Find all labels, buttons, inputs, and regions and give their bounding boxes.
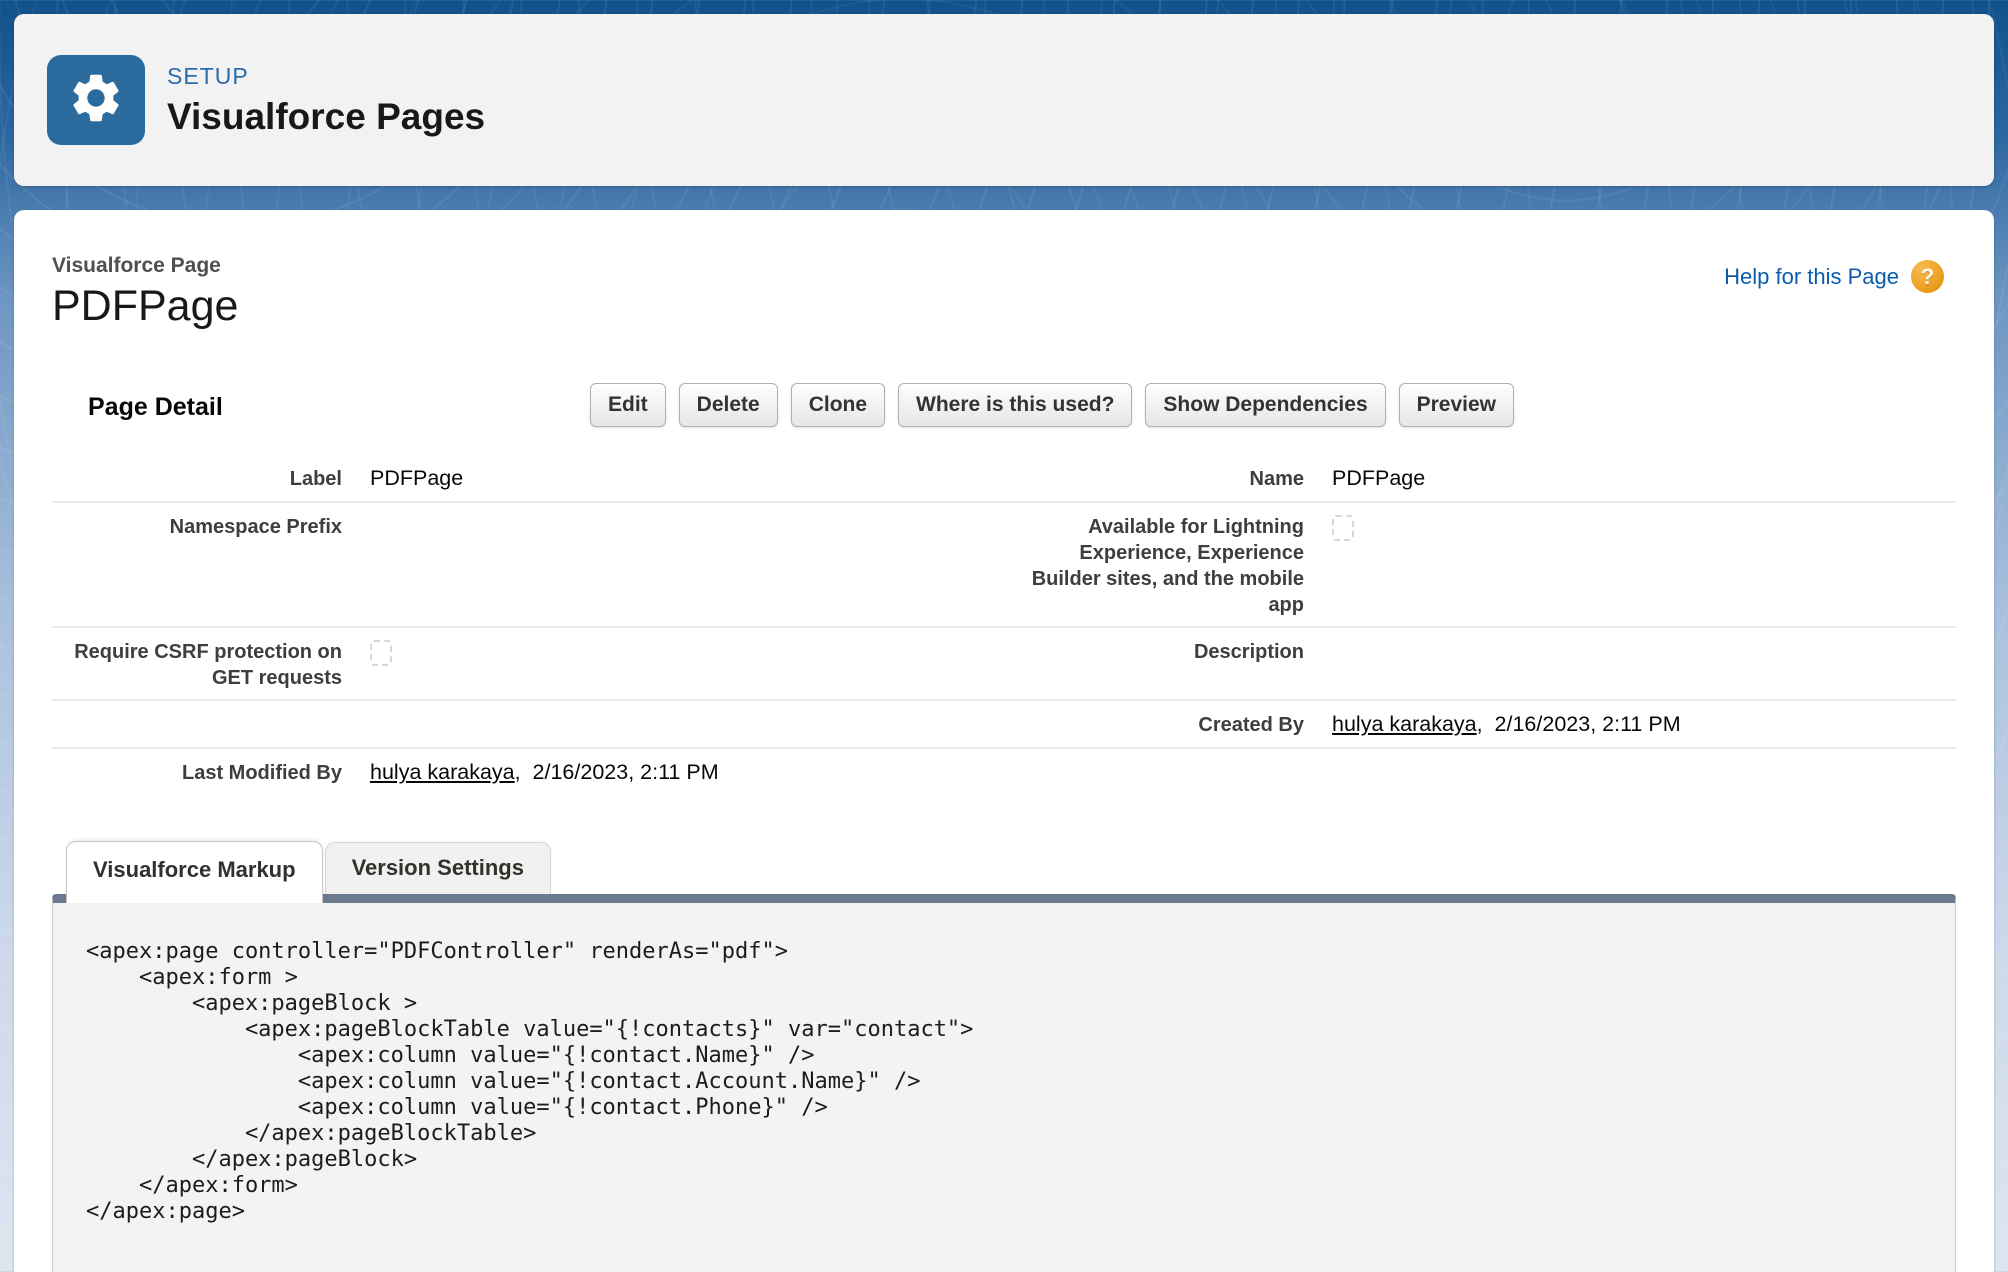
detail-row-last-modified: Last Modified By hulya karakaya, 2/16/20… — [52, 749, 1956, 795]
page-title: PDFPage — [52, 282, 238, 331]
namespace-prefix-value — [370, 511, 1014, 618]
name-field-label: Name — [1014, 463, 1332, 493]
last-modified-by-value: hulya karakaya, 2/16/2023, 2:11 PM — [370, 757, 1014, 787]
visualforce-code: <apex:page controller="PDFController" re… — [53, 903, 1955, 1225]
visualforce-markup-panel: <apex:page controller="PDFController" re… — [52, 894, 1956, 1272]
help-link[interactable]: Help for this Page — [1724, 260, 1899, 294]
delete-button[interactable]: Delete — [679, 383, 778, 427]
show-dependencies-button[interactable]: Show Dependencies — [1145, 383, 1385, 427]
detail-row-csrf-description: Require CSRF protection on GET requests … — [52, 628, 1956, 701]
where-is-this-used-button[interactable]: Where is this used? — [898, 383, 1132, 427]
section-title: Page Detail — [88, 393, 223, 422]
available-for-lightning-label: Available for Lightning Experience, Expe… — [1014, 511, 1332, 618]
gear-icon — [67, 69, 125, 132]
last-modified-by-label: Last Modified By — [52, 757, 370, 787]
page-detail-table: Label PDFPage Name PDFPage Namespace Pre… — [52, 455, 1956, 795]
last-modified-date: , 2/16/2023, 2:11 PM — [515, 760, 719, 784]
namespace-prefix-label: Namespace Prefix — [52, 511, 370, 618]
tab-visualforce-markup[interactable]: Visualforce Markup — [66, 841, 323, 903]
clone-button[interactable]: Clone — [791, 383, 885, 427]
detail-row-namespace-available: Namespace Prefix Available for Lightning… — [52, 503, 1956, 628]
entity-label: Visualforce Page — [52, 254, 238, 278]
setup-gear-tile — [47, 55, 145, 145]
setup-title: Visualforce Pages — [167, 96, 485, 138]
preview-button[interactable]: Preview — [1399, 383, 1514, 427]
last-modified-user-link[interactable]: hulya karakaya — [370, 760, 515, 784]
created-by-label: Created By — [1014, 709, 1332, 739]
detail-row-label-name: Label PDFPage Name PDFPage — [52, 455, 1956, 503]
top-button-bar: Edit Delete Clone Where is this used? Sh… — [52, 383, 1956, 427]
setup-eyebrow: SETUP — [167, 63, 485, 90]
created-by-user-link[interactable]: hulya karakaya — [1332, 712, 1477, 736]
detail-row-created-by: Created By hulya karakaya, 2/16/2023, 2:… — [52, 701, 1956, 749]
content-card: Visualforce Page PDFPage Help for this P… — [14, 210, 1994, 1272]
csrf-protection-checkbox — [370, 640, 392, 666]
label-field-value: PDFPage — [370, 463, 1014, 493]
name-field-value: PDFPage — [1332, 463, 1956, 493]
label-field-label: Label — [52, 463, 370, 493]
created-by-value: hulya karakaya, 2/16/2023, 2:11 PM — [1332, 709, 1956, 739]
markup-tabs: Visualforce Markup Version Settings — [52, 841, 1956, 894]
edit-button[interactable]: Edit — [590, 383, 666, 427]
setup-header: SETUP Visualforce Pages — [14, 14, 1994, 186]
available-for-lightning-checkbox — [1332, 515, 1354, 541]
salesforce-setup-page: SETUP Visualforce Pages Visualforce Page… — [0, 0, 2008, 1272]
created-by-date: , 2/16/2023, 2:11 PM — [1477, 712, 1681, 736]
csrf-protection-label: Require CSRF protection on GET requests — [52, 636, 370, 691]
help-question-icon[interactable]: ? — [1911, 260, 1944, 293]
tab-version-settings[interactable]: Version Settings — [325, 842, 551, 894]
description-value — [1332, 636, 1956, 691]
description-label: Description — [1014, 636, 1332, 691]
